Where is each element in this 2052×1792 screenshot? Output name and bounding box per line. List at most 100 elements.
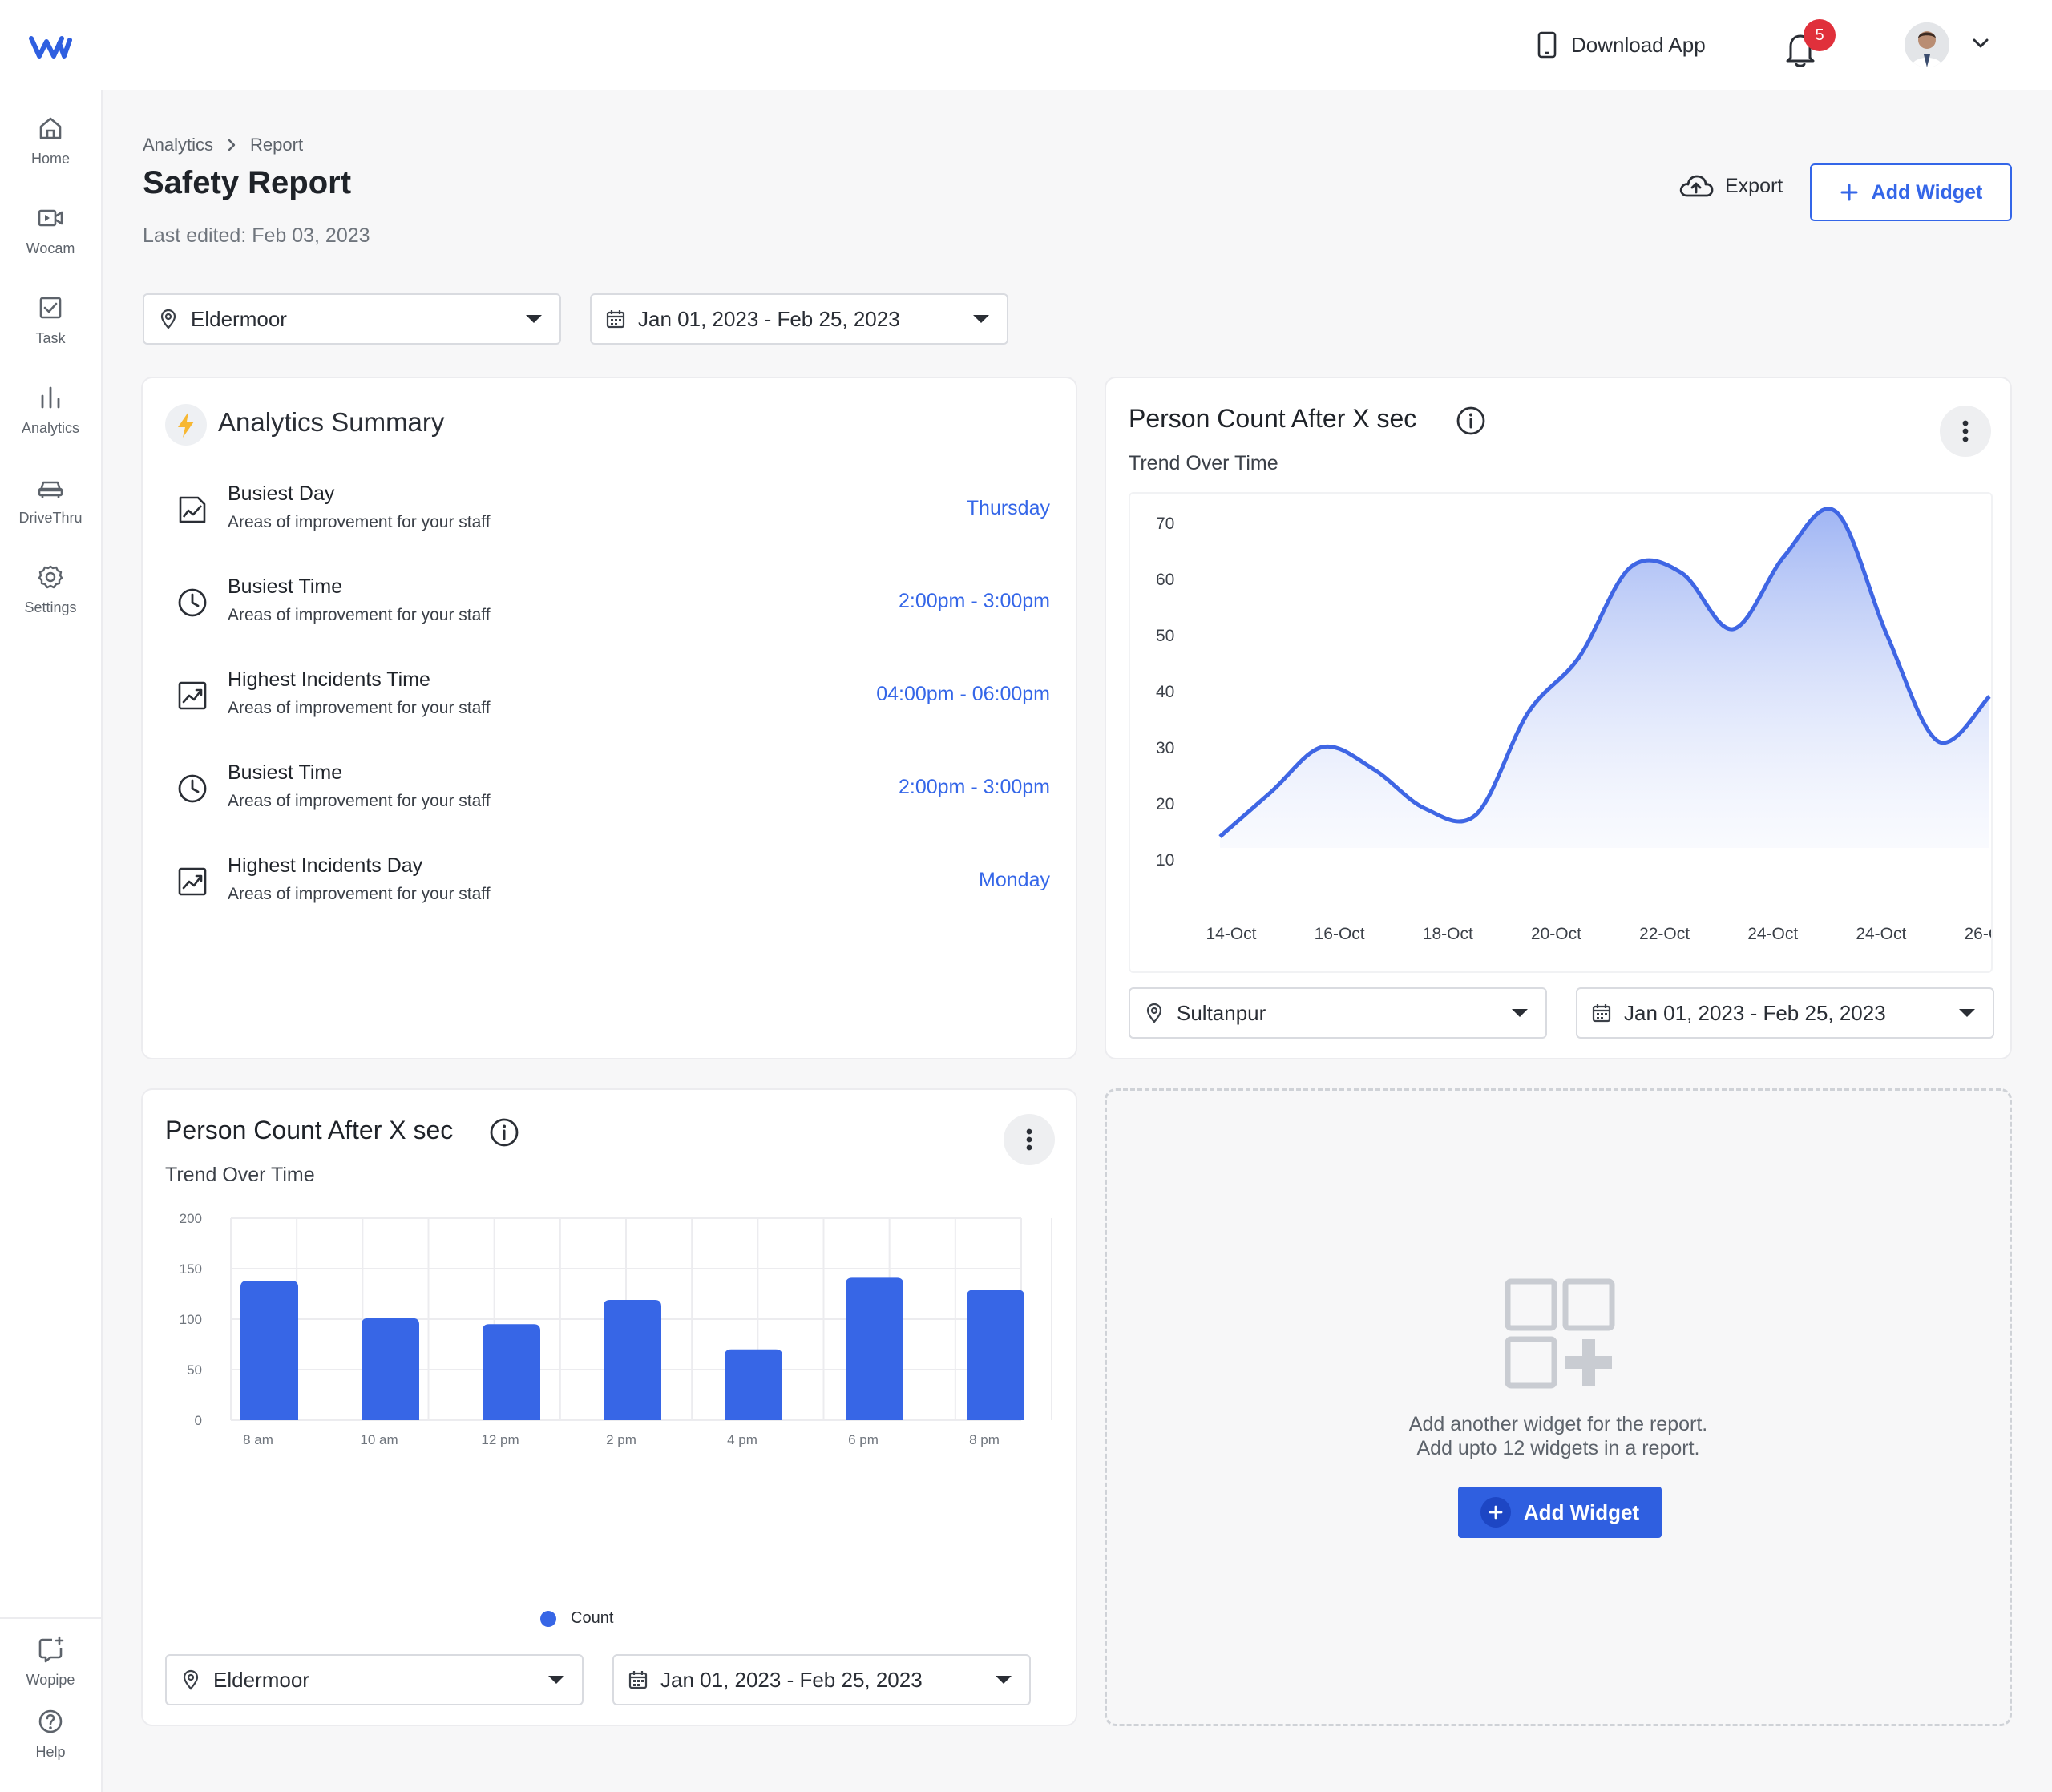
summary-row: Busiest Time Areas of improvement for yo… bbox=[176, 575, 1050, 648]
widget-subtitle: Trend Over Time bbox=[1129, 452, 1278, 474]
x-tick-label: 24-Oct bbox=[1747, 925, 1798, 943]
summary-row-desc: Areas of improvement for your staff bbox=[228, 513, 491, 531]
sidebar-item-drivethru[interactable]: DriveThru bbox=[0, 473, 101, 553]
widget-date-range-select[interactable]: Jan 01, 2023 - Feb 25, 2023 bbox=[612, 1654, 1031, 1705]
legend-swatch bbox=[540, 1610, 556, 1627]
trend-chart-icon bbox=[178, 867, 207, 896]
checkbox-icon bbox=[39, 297, 62, 319]
summary-row-value: 04:00pm - 06:00pm bbox=[876, 683, 1050, 705]
help-icon bbox=[38, 1709, 63, 1733]
line-chart-widget: Person Count After X sec Trend Over Time… bbox=[1105, 377, 2015, 1059]
location-pin-icon bbox=[160, 309, 176, 329]
sidebar-item-label: Analytics bbox=[21, 420, 80, 436]
widget-date-range-select[interactable]: Jan 01, 2023 - Feb 25, 2023 bbox=[1576, 987, 1994, 1039]
bar-chart: 0 50 100 150 200 8 am 10 am 12 pm 2 pm 4 pm 6 pm 8 … bbox=[180, 1211, 1052, 1447]
sidebar-item-task[interactable]: Task bbox=[0, 293, 101, 373]
widget-title: Person Count After X sec bbox=[1129, 404, 1417, 433]
calendar-icon bbox=[628, 1671, 648, 1689]
summary-row-value: 2:00pm - 3:00pm bbox=[899, 590, 1050, 612]
summary-row-title: Busiest Time bbox=[228, 575, 343, 598]
y-tick-label: 50 bbox=[1156, 627, 1174, 645]
export-label: Export bbox=[1725, 174, 1783, 197]
avatar[interactable] bbox=[1905, 22, 1949, 67]
bar bbox=[362, 1318, 419, 1420]
add-widget-placeholder[interactable]: Add another widget for the report. Add u… bbox=[1105, 1088, 2012, 1726]
bar bbox=[967, 1290, 1024, 1420]
analytics-summary-card: Analytics Summary Busiest Day Areas of i… bbox=[141, 377, 1077, 1059]
y-tick-label: 150 bbox=[180, 1261, 202, 1277]
sidebar-item-home[interactable]: Home bbox=[0, 114, 101, 194]
sidebar-item-label: Wopipe bbox=[26, 1672, 75, 1688]
sidebar-item-wopipe[interactable]: Wopipe bbox=[0, 1635, 101, 1715]
widget-subtitle: Trend Over Time bbox=[165, 1164, 315, 1186]
info-icon[interactable] bbox=[489, 1117, 519, 1148]
calendar-icon bbox=[606, 310, 625, 329]
chevron-down-icon[interactable] bbox=[1970, 35, 1991, 51]
sidebar-item-settings[interactable]: Settings bbox=[0, 563, 101, 643]
caret-down-icon bbox=[1512, 1009, 1528, 1017]
breadcrumb: Analytics Report bbox=[143, 135, 303, 155]
y-tick-label: 50 bbox=[187, 1362, 202, 1378]
home-icon bbox=[39, 117, 62, 139]
widget-menu-button[interactable] bbox=[1940, 406, 1991, 457]
y-tick-label: 200 bbox=[180, 1211, 202, 1226]
widget-location-select[interactable]: Sultanpur bbox=[1129, 987, 1547, 1039]
caret-down-icon bbox=[973, 315, 989, 323]
car-icon bbox=[38, 481, 63, 498]
location-select[interactable]: Eldermoor bbox=[143, 293, 561, 345]
summary-row-title: Highest Incidents Day bbox=[228, 854, 423, 877]
brand-logo[interactable] bbox=[29, 32, 72, 61]
info-icon[interactable] bbox=[1456, 406, 1486, 436]
add-widget-solid-button[interactable]: Add Widget bbox=[1458, 1487, 1662, 1538]
date-range-select[interactable]: Jan 01, 2023 - Feb 25, 2023 bbox=[590, 293, 1008, 345]
y-tick-label: 40 bbox=[1156, 683, 1174, 701]
x-tick-label: 16-Oct bbox=[1315, 925, 1365, 943]
x-tick-label: 2 pm bbox=[606, 1432, 636, 1447]
sidebar-item-label: Wocam bbox=[26, 240, 75, 256]
breadcrumb-parent[interactable]: Analytics bbox=[143, 135, 213, 155]
widget-date-range-value: Jan 01, 2023 - Feb 25, 2023 bbox=[1624, 1000, 1886, 1025]
add-widget-button[interactable]: Add Widget bbox=[1810, 163, 2012, 221]
summary-row-value: Monday bbox=[979, 869, 1050, 891]
widget-location-select[interactable]: Eldermoor bbox=[165, 1654, 584, 1705]
summary-row-desc: Areas of improvement for your staff bbox=[228, 606, 491, 624]
notification-badge: 5 bbox=[1804, 19, 1836, 51]
add-widget-grid-icon bbox=[1505, 1278, 1615, 1389]
video-camera-icon bbox=[38, 209, 63, 227]
area-fill bbox=[1220, 508, 1989, 848]
line-chart-frame: 10 20 30 40 50 60 70 14-Oct 16-Oct 18-Oct 20-Oct 22… bbox=[1129, 492, 2015, 973]
x-tick-label: 24-Oct bbox=[1856, 925, 1906, 943]
widget-menu-button[interactable] bbox=[1004, 1114, 1055, 1165]
x-tick-label: 10 am bbox=[360, 1432, 398, 1447]
x-tick-label: 26-Oct bbox=[1964, 925, 1991, 943]
caret-down-icon bbox=[548, 1676, 564, 1684]
sidebar-item-help[interactable]: Help bbox=[0, 1707, 101, 1787]
sidebar-item-label: Settings bbox=[24, 599, 77, 615]
sidebar-item-analytics[interactable]: Analytics bbox=[0, 383, 101, 463]
widget-date-range-value: Jan 01, 2023 - Feb 25, 2023 bbox=[660, 1667, 923, 1692]
download-app-button[interactable]: Download App bbox=[1537, 24, 1706, 66]
download-app-label: Download App bbox=[1571, 32, 1706, 57]
trend-chart-icon bbox=[178, 681, 207, 710]
sidebar-item-wocam[interactable]: Wocam bbox=[0, 204, 101, 284]
summary-row: Busiest Time Areas of improvement for yo… bbox=[176, 761, 1050, 833]
location-pin-icon bbox=[1146, 1003, 1162, 1023]
x-tick-label: 8 pm bbox=[969, 1432, 1000, 1447]
x-tick-label: 14-Oct bbox=[1206, 925, 1256, 943]
x-tick-label: 6 pm bbox=[848, 1432, 879, 1447]
caret-down-icon bbox=[1959, 1009, 1975, 1017]
summary-row-desc: Areas of improvement for your staff bbox=[228, 699, 491, 717]
clock-icon bbox=[178, 774, 207, 803]
last-edited: Last edited: Feb 03, 2023 bbox=[143, 224, 370, 247]
placeholder-line-1: Add another widget for the report. bbox=[1408, 1413, 1708, 1435]
calendar-icon bbox=[1592, 1004, 1611, 1023]
x-tick-label: 20-Oct bbox=[1531, 925, 1581, 943]
location-pin-icon bbox=[183, 1669, 199, 1690]
more-vertical-icon bbox=[1026, 1128, 1032, 1151]
page-title: Safety Report bbox=[143, 165, 352, 200]
location-select-value: Eldermoor bbox=[191, 306, 287, 331]
widget-title: Person Count After X sec bbox=[165, 1116, 454, 1144]
export-button[interactable]: Export bbox=[1678, 173, 1783, 199]
y-tick-label: 100 bbox=[180, 1312, 202, 1327]
sidebar: Home Wocam Task Analytics DriveThru Sett… bbox=[0, 90, 103, 1792]
